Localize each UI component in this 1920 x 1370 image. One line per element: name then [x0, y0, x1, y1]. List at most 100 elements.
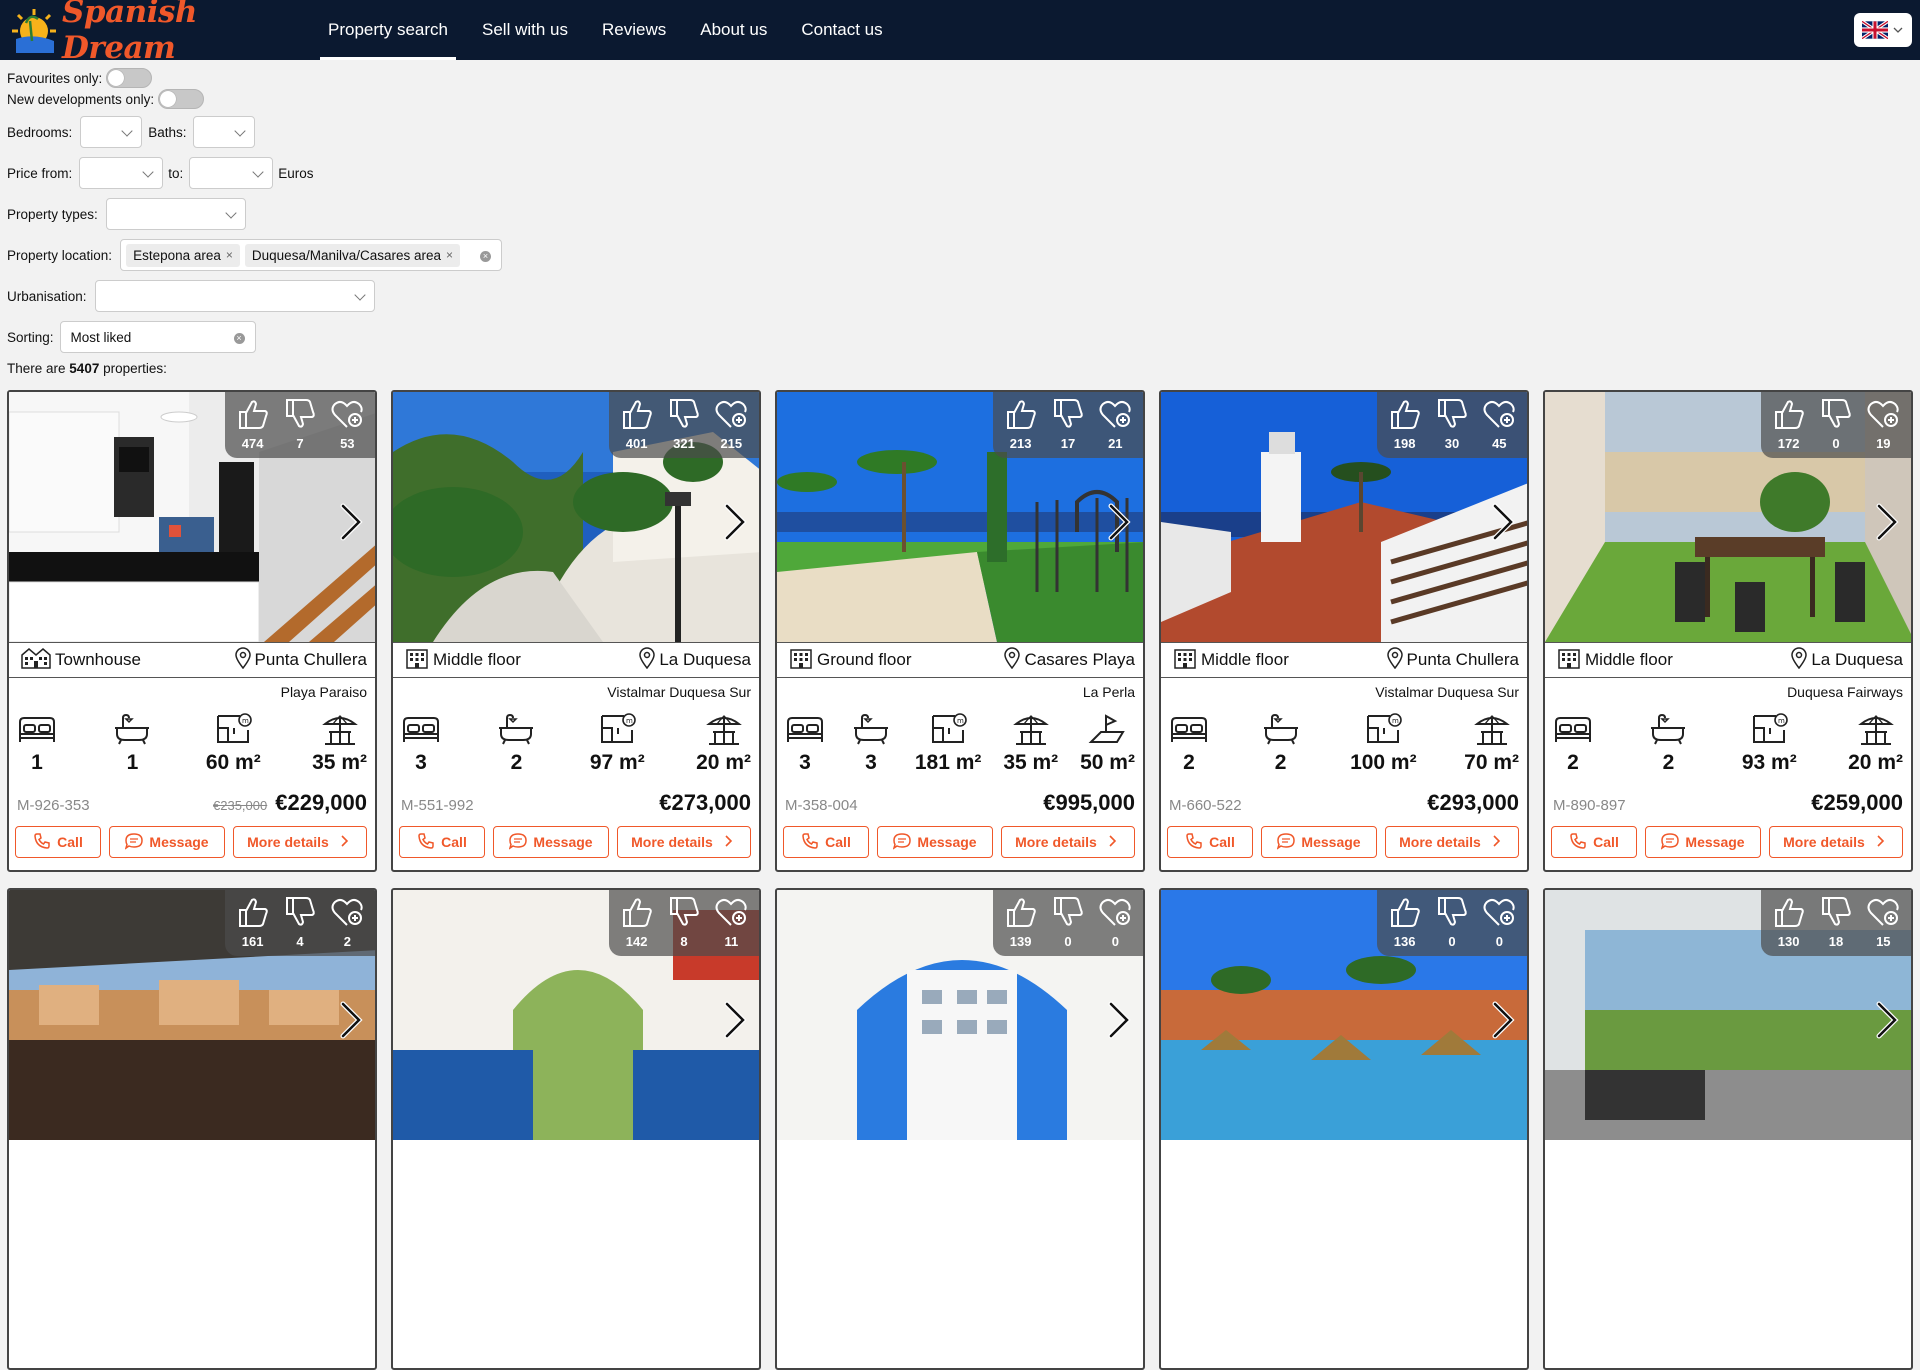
- more-details-button[interactable]: More details: [1385, 826, 1519, 858]
- more-details-button[interactable]: More details: [617, 826, 751, 858]
- like-button[interactable]: 142: [615, 890, 659, 956]
- property-card[interactable]: 474 7 53 Townhouse Punta Chullera Playa Parai…: [7, 390, 377, 872]
- price-from-select[interactable]: [79, 157, 164, 189]
- dislike-button[interactable]: 17: [1046, 392, 1090, 458]
- remove-tag-icon[interactable]: ×: [446, 248, 453, 262]
- more-details-button[interactable]: More details: [1769, 826, 1903, 858]
- nav-item-contact-us[interactable]: Contact us: [793, 0, 890, 60]
- nav-item-about-us[interactable]: About us: [692, 0, 775, 60]
- like-button[interactable]: 161: [231, 890, 275, 956]
- favourite-button[interactable]: 53: [325, 392, 369, 458]
- call-button[interactable]: Call: [399, 826, 485, 858]
- like-button[interactable]: 198: [1383, 392, 1427, 458]
- like-button[interactable]: 130: [1767, 890, 1811, 956]
- dislike-button[interactable]: 321: [662, 392, 706, 458]
- nav-item-sell-with-us[interactable]: Sell with us: [474, 0, 576, 60]
- property-card[interactable]: 142 8 11: [391, 888, 761, 1370]
- dislike-button[interactable]: 30: [1430, 392, 1474, 458]
- property-card[interactable]: 213 17 21 Ground floor Casares Playa La Perla…: [775, 390, 1145, 872]
- dislike-button[interactable]: 0: [1046, 890, 1090, 956]
- like-button[interactable]: 474: [231, 392, 275, 458]
- favourite-button[interactable]: 2: [325, 890, 369, 956]
- nav-item-property-search[interactable]: Property search: [320, 0, 456, 60]
- next-photo-icon[interactable]: [1873, 1000, 1901, 1040]
- property-card[interactable]: 198 30 45 Middle floor Punta Chullera Vistalm…: [1159, 390, 1529, 872]
- dislike-button[interactable]: 7: [278, 392, 322, 458]
- like-button[interactable]: 172: [1767, 392, 1811, 458]
- dislike-button[interactable]: 0: [1814, 392, 1858, 458]
- dislike-button[interactable]: 18: [1814, 890, 1858, 956]
- like-button[interactable]: 401: [615, 392, 659, 458]
- property-photo[interactable]: 172 0 19: [1545, 392, 1911, 642]
- next-photo-icon[interactable]: [1489, 1000, 1517, 1040]
- more-details-button[interactable]: More details: [1001, 826, 1135, 858]
- urbanisation-select[interactable]: [94, 280, 375, 312]
- location-tag[interactable]: Estepona area ×: [126, 243, 240, 267]
- favourite-button[interactable]: 15: [1861, 890, 1905, 956]
- property-photo[interactable]: 213 17 21: [777, 392, 1143, 642]
- call-button[interactable]: Call: [783, 826, 869, 858]
- property-photo[interactable]: 161 4 2: [9, 890, 375, 1140]
- next-photo-icon[interactable]: [337, 502, 365, 542]
- like-button[interactable]: 136: [1383, 890, 1427, 956]
- next-photo-icon[interactable]: [1105, 1000, 1133, 1040]
- favourite-button[interactable]: 11: [709, 890, 753, 956]
- next-photo-icon[interactable]: [1489, 502, 1517, 542]
- property-types-select[interactable]: [105, 198, 246, 230]
- favourites-toggle[interactable]: [106, 68, 153, 88]
- property-card[interactable]: 136 0 0: [1159, 888, 1529, 1370]
- baths-select[interactable]: [192, 116, 255, 148]
- more-details-button[interactable]: More details: [233, 826, 367, 858]
- language-selector[interactable]: [1854, 13, 1912, 47]
- favourite-button[interactable]: 45: [1477, 392, 1521, 458]
- favourite-button[interactable]: 0: [1093, 890, 1137, 956]
- property-photo[interactable]: 401 321 215: [393, 392, 759, 642]
- brand-logo[interactable]: Spanish Dream: [8, 0, 320, 66]
- call-button[interactable]: Call: [1167, 826, 1253, 858]
- favourite-button[interactable]: 215: [709, 392, 753, 458]
- property-card[interactable]: 401 321 215 Middle floor La Duquesa Vistalmar…: [391, 390, 761, 872]
- like-button[interactable]: 139: [999, 890, 1043, 956]
- next-photo-icon[interactable]: [337, 1000, 365, 1040]
- property-card[interactable]: 172 0 19 Middle floor La Duquesa Duquesa Fair…: [1543, 390, 1913, 872]
- property-photo[interactable]: 139 0 0: [777, 890, 1143, 1140]
- property-photo[interactable]: 198 30 45: [1161, 392, 1527, 642]
- remove-tag-icon[interactable]: ×: [226, 248, 233, 262]
- property-photo[interactable]: 142 8 11: [393, 890, 759, 1140]
- like-button[interactable]: 213: [999, 392, 1043, 458]
- dislike-button[interactable]: 4: [278, 890, 322, 956]
- property-location-select[interactable]: Estepona area × Duquesa/Manilva/Casares a…: [120, 239, 503, 271]
- message-button[interactable]: Message: [1261, 826, 1377, 858]
- clear-icon[interactable]: ×: [480, 251, 492, 262]
- property-photo[interactable]: 474 7 53: [9, 392, 375, 642]
- favourite-button[interactable]: 0: [1477, 890, 1521, 956]
- dislike-button[interactable]: 0: [1430, 890, 1474, 956]
- property-photo[interactable]: 130 18 15: [1545, 890, 1911, 1140]
- property-card[interactable]: 161 4 2: [7, 888, 377, 1370]
- favourite-button[interactable]: 21: [1093, 392, 1137, 458]
- message-button[interactable]: Message: [877, 826, 993, 858]
- dislike-button[interactable]: 8: [662, 890, 706, 956]
- next-photo-icon[interactable]: [1105, 502, 1133, 542]
- bed-icon: [400, 712, 442, 749]
- nav-item-reviews[interactable]: Reviews: [594, 0, 674, 60]
- next-photo-icon[interactable]: [721, 502, 749, 542]
- property-card[interactable]: 130 18 15: [1543, 888, 1913, 1370]
- price-to-select[interactable]: [189, 157, 274, 189]
- clear-icon[interactable]: ×: [233, 333, 245, 344]
- next-photo-icon[interactable]: [721, 1000, 749, 1040]
- call-button[interactable]: Call: [1551, 826, 1637, 858]
- next-photo-icon[interactable]: [1873, 502, 1901, 542]
- message-button[interactable]: Message: [1645, 826, 1761, 858]
- price-from-label: Price from:: [7, 165, 73, 181]
- property-photo[interactable]: 136 0 0: [1161, 890, 1527, 1140]
- call-button[interactable]: Call: [15, 826, 101, 858]
- new-developments-toggle[interactable]: [158, 89, 205, 109]
- property-card[interactable]: 139 0 0: [775, 888, 1145, 1370]
- favourite-button[interactable]: 19: [1861, 392, 1905, 458]
- message-button[interactable]: Message: [493, 826, 609, 858]
- location-tag[interactable]: Duquesa/Manilva/Casares area ×: [244, 243, 461, 267]
- bedrooms-select[interactable]: [80, 116, 143, 148]
- sorting-select[interactable]: Most liked ×: [59, 321, 256, 353]
- message-button[interactable]: Message: [109, 826, 225, 858]
